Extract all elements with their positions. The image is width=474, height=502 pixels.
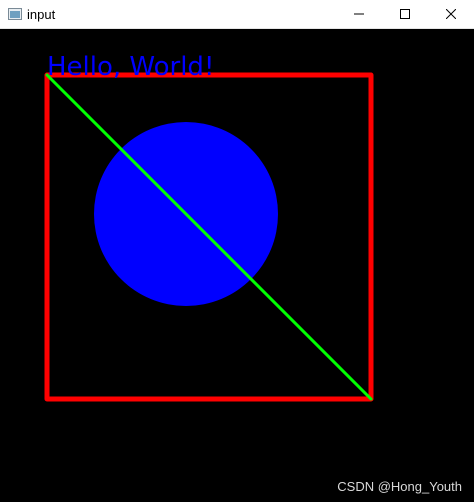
maximize-icon [400, 9, 410, 19]
app-window: input Hello, World! CSDN @Hong_Youth [0, 0, 474, 502]
app-icon [8, 8, 22, 20]
title-bar[interactable]: input [0, 0, 474, 29]
close-icon [446, 9, 456, 19]
minimize-button[interactable] [336, 0, 382, 29]
maximize-button[interactable] [382, 0, 428, 29]
window-title: input [27, 6, 56, 22]
minimize-icon [354, 13, 364, 15]
watermark-text: CSDN @Hong_Youth [337, 479, 462, 494]
image-canvas: Hello, World! [0, 29, 474, 502]
hello-world-text: Hello, World! [47, 52, 214, 82]
close-button[interactable] [428, 0, 474, 29]
